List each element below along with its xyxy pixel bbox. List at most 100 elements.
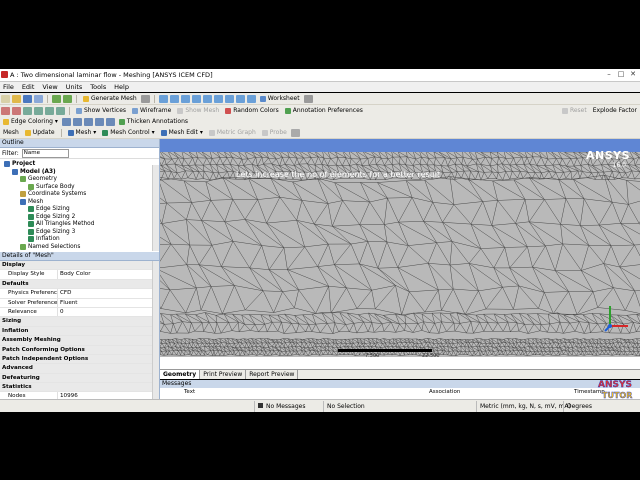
zoom-box-icon[interactable] (191, 94, 201, 103)
tree-node-icon (20, 191, 26, 197)
details-section[interactable]: Advanced (0, 364, 159, 374)
open-icon[interactable] (12, 94, 21, 103)
tree-item[interactable]: Named Selections (20, 243, 80, 251)
random-colors-button[interactable]: Random Colors (225, 107, 279, 114)
details-scrollbar[interactable] (152, 261, 159, 399)
tab-report-preview[interactable]: Report Preview (246, 370, 299, 379)
mesh-edit-dropdown[interactable]: Mesh Edit ▾ (160, 129, 203, 136)
menu-tools[interactable]: Tools (87, 82, 109, 92)
property-name: Solver Preference (0, 298, 58, 307)
graphics-viewport[interactable]: ANSYS 16.0 Lets increase the no of eleme… (160, 139, 640, 369)
section-label: Defeaturing (2, 374, 40, 381)
bolt-icon (83, 95, 89, 102)
show-mesh-button[interactable]: Show Mesh (177, 107, 219, 114)
details-section[interactable]: Assembly Meshing (0, 336, 159, 346)
messages-col-text: Text (184, 389, 196, 395)
help-icon[interactable] (140, 94, 150, 103)
body-icon[interactable] (63, 94, 72, 103)
magnifier-icon[interactable] (213, 94, 223, 103)
minimize-icon[interactable]: – (604, 70, 614, 79)
thicken-annotations-button[interactable]: Thicken Annotations (118, 118, 188, 125)
face-filter-icon[interactable] (45, 106, 54, 115)
print-icon[interactable] (34, 94, 43, 103)
details-row[interactable]: Solver Preference Fluent (0, 298, 159, 308)
annotation-preferences-button[interactable]: Annotation Preferences (284, 107, 363, 114)
update-button[interactable]: Update (24, 129, 55, 136)
select-icon[interactable] (1, 106, 10, 115)
select-mode-icon[interactable] (12, 106, 21, 115)
details-section[interactable]: Defeaturing (0, 373, 159, 384)
vertex-filter-icon[interactable] (23, 106, 32, 115)
edge-coloring-icon (3, 118, 9, 125)
tree-node-icon (12, 168, 18, 175)
pan-icon[interactable] (158, 94, 168, 103)
edge-filter-icon[interactable] (34, 106, 43, 115)
menu-units[interactable]: Units (63, 82, 86, 92)
mesh-control-icon (102, 129, 109, 136)
geometry-icon[interactable] (52, 94, 61, 103)
details-section[interactable]: Defaults (0, 279, 159, 290)
message-flag-icon (258, 402, 263, 408)
menu-edit[interactable]: Edit (19, 82, 38, 92)
menu-file[interactable]: File (0, 82, 17, 92)
details-row[interactable]: Relevance 0 (0, 307, 159, 318)
details-row[interactable]: Physics Preference CFD (0, 289, 159, 299)
body-filter-icon[interactable] (56, 106, 65, 115)
iso-view-icon[interactable] (246, 94, 256, 103)
outline-scrollbar[interactable] (152, 165, 159, 251)
edge-sharp-icon[interactable] (105, 117, 115, 126)
worksheet-button[interactable]: Worksheet (259, 95, 300, 102)
wireframe-button[interactable]: Wireframe (132, 107, 171, 114)
update-icon (24, 129, 31, 136)
rotate-icon[interactable] (169, 94, 179, 103)
edge-direction-icon[interactable] (72, 117, 82, 126)
messages-col-association: Association (429, 389, 461, 395)
window-titlebar: A : Two dimensional laminar flow - Meshi… (0, 69, 640, 82)
property-name: Physics Preference (0, 289, 58, 298)
menu-view[interactable]: View (39, 82, 60, 92)
details-title: Details of "Mesh" (0, 252, 159, 261)
details-section[interactable]: Sizing (0, 317, 159, 327)
new-icon[interactable] (1, 94, 10, 103)
toolbar-mesh: Mesh Update Mesh ▾ Mesh Control ▾ Mesh E… (0, 127, 640, 139)
save-icon[interactable] (23, 94, 32, 103)
show-vertices-button[interactable]: Show Vertices (76, 107, 126, 114)
close-icon[interactable]: ✕ (628, 70, 638, 79)
section-label: Sizing (2, 318, 22, 325)
tab-print-preview[interactable]: Print Preview (200, 370, 247, 379)
property-value: CFD (60, 290, 72, 297)
zoom-icon[interactable] (180, 94, 190, 103)
generate-mesh-button[interactable]: Generate Mesh (83, 95, 137, 102)
section-label: Patch Conforming Options (2, 346, 85, 353)
details-section[interactable]: Display (0, 261, 159, 271)
next-view-icon[interactable] (235, 94, 245, 103)
mesh-dropdown[interactable]: Mesh ▾ (67, 129, 96, 136)
section-label: Display (2, 262, 26, 268)
details-section[interactable]: Inflation (0, 326, 159, 337)
details-section[interactable]: Patch Conforming Options (0, 345, 159, 355)
gear-icon[interactable] (290, 128, 300, 137)
zoom-fit-icon[interactable] (202, 94, 212, 103)
cursor-icon[interactable] (303, 94, 313, 103)
probe-button[interactable]: Probe (261, 129, 287, 136)
details-section[interactable]: Statistics (0, 383, 159, 393)
axis-triad-icon[interactable] (604, 302, 630, 332)
tree-node-icon (20, 243, 26, 250)
tab-geometry[interactable]: Geometry (160, 370, 201, 379)
edge-coloring-dropdown[interactable]: Edge Coloring ▾ (3, 118, 58, 125)
filter-select[interactable]: Name (21, 148, 69, 158)
status-messages[interactable]: No Messages (254, 400, 323, 412)
maximize-icon[interactable]: □ (616, 70, 626, 79)
logo-line1: ANSYS (598, 380, 632, 390)
edge-style-icon[interactable] (61, 117, 71, 126)
details-row[interactable]: Display Style Body Color (0, 270, 159, 280)
mesh-control-dropdown[interactable]: Mesh Control ▾ (102, 129, 155, 136)
previous-view-icon[interactable] (224, 94, 234, 103)
edge-display-icon[interactable] (83, 117, 93, 126)
ansys-version: 16.0 (612, 162, 626, 169)
reset-button[interactable]: Reset (561, 107, 587, 114)
details-section[interactable]: Patch Independent Options (0, 354, 159, 365)
metric-graph-button[interactable]: Metric Graph (208, 129, 256, 136)
edge-mesh-icon[interactable] (94, 117, 104, 126)
menu-help[interactable]: Help (111, 82, 132, 92)
